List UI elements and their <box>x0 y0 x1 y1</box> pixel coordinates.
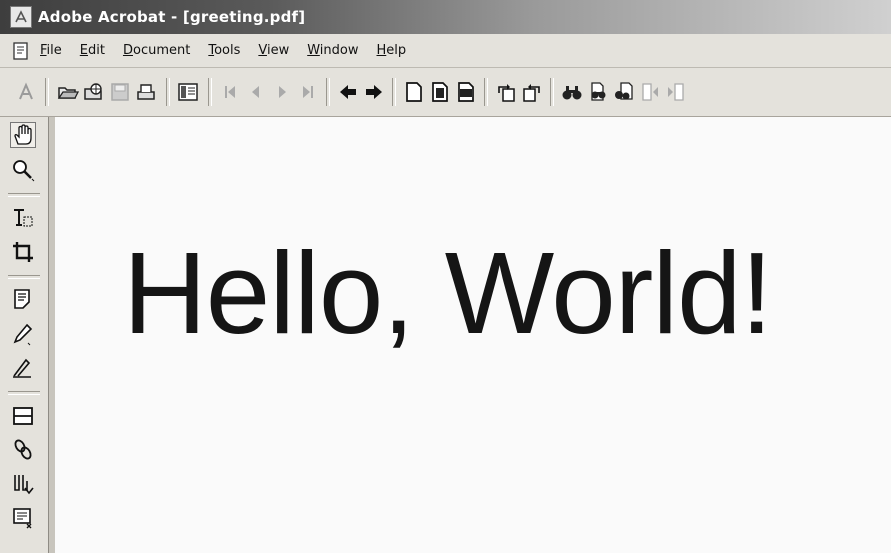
open-web-icon[interactable] <box>82 80 106 104</box>
zoom-tool-icon[interactable] <box>10 157 36 183</box>
last-page-icon[interactable] <box>296 80 320 104</box>
menu-edit-rest: dit <box>88 43 105 58</box>
toolbar <box>0 68 891 117</box>
menu-view-rest: iew <box>266 43 290 58</box>
menu-tools-rest: ools <box>214 43 241 58</box>
toolbar-separator <box>550 78 554 106</box>
link-tool-icon[interactable] <box>10 437 36 463</box>
hand-tool-icon[interactable] <box>10 122 36 148</box>
toolbar-separator <box>326 78 330 106</box>
document-window-icon[interactable] <box>11 41 31 61</box>
print-icon[interactable] <box>134 80 158 104</box>
go-forward-icon[interactable] <box>362 80 386 104</box>
menu-document[interactable]: Document <box>122 41 191 60</box>
acrobat-logo-icon[interactable] <box>14 80 38 104</box>
toolbar-separator <box>208 78 212 106</box>
pencil-tool-icon[interactable] <box>10 321 36 347</box>
next-page-icon[interactable] <box>270 80 294 104</box>
menu-edit[interactable]: Edit <box>79 41 106 60</box>
tools-separator <box>8 193 40 197</box>
toolbar-separator <box>392 78 396 106</box>
notes-tool-icon[interactable] <box>10 287 36 313</box>
article-tool-icon[interactable] <box>10 471 36 497</box>
window-title: Adobe Acrobat - [greeting.pdf] <box>38 8 306 26</box>
menu-file[interactable]: File <box>39 41 63 60</box>
menu-view-accel: V <box>258 43 267 58</box>
toolbar-separator <box>45 78 49 106</box>
rotate-left-icon[interactable] <box>494 80 518 104</box>
fit-page-icon[interactable] <box>428 80 452 104</box>
previous-highlight-icon[interactable] <box>638 80 662 104</box>
find-icon[interactable] <box>560 80 584 104</box>
search-icon[interactable] <box>586 80 610 104</box>
menu-window-rest: indow <box>319 43 359 58</box>
previous-page-icon[interactable] <box>244 80 268 104</box>
menu-bar: File Edit Document Tools View Window Hel… <box>0 34 891 68</box>
first-page-icon[interactable] <box>218 80 242 104</box>
menu-tools[interactable]: Tools <box>207 41 241 60</box>
text-select-tool-icon[interactable] <box>10 205 36 231</box>
menu-document-accel: D <box>122 43 133 58</box>
acrobat-app-icon[interactable] <box>10 6 32 28</box>
menu-file-rest: ile <box>46 43 62 58</box>
menu-edit-accel: E <box>79 43 88 58</box>
menu-window[interactable]: Window <box>306 41 359 60</box>
tools-separator <box>8 391 40 395</box>
menu-help[interactable]: Help <box>376 41 408 60</box>
menu-help-accel: H <box>376 43 387 58</box>
go-back-icon[interactable] <box>336 80 360 104</box>
document-view[interactable]: Hello, World! <box>55 117 891 553</box>
tools-separator <box>8 275 40 279</box>
fit-width-icon[interactable] <box>454 80 478 104</box>
highlight-tool-icon[interactable] <box>10 355 36 381</box>
tools-palette <box>0 117 48 553</box>
toolbar-separator <box>484 78 488 106</box>
menu-window-accel: W <box>307 43 320 58</box>
actual-size-icon[interactable] <box>402 80 426 104</box>
show-hide-navigation-icon[interactable] <box>176 80 200 104</box>
form-tool-icon[interactable] <box>10 403 36 429</box>
open-icon[interactable] <box>56 80 80 104</box>
next-highlight-icon[interactable] <box>664 80 688 104</box>
toolbar-separator <box>166 78 170 106</box>
search-results-icon[interactable] <box>612 80 636 104</box>
menu-help-rest: elp <box>386 43 407 58</box>
document-text: Hello, World! <box>123 228 773 358</box>
movie-tool-icon[interactable] <box>10 505 36 531</box>
menu-document-rest: ocument <box>132 43 191 58</box>
menu-view[interactable]: View <box>257 41 290 60</box>
title-bar[interactable]: Adobe Acrobat - [greeting.pdf] <box>0 0 891 34</box>
crop-tool-icon[interactable] <box>10 239 36 265</box>
save-icon[interactable] <box>108 80 132 104</box>
rotate-right-icon[interactable] <box>520 80 544 104</box>
